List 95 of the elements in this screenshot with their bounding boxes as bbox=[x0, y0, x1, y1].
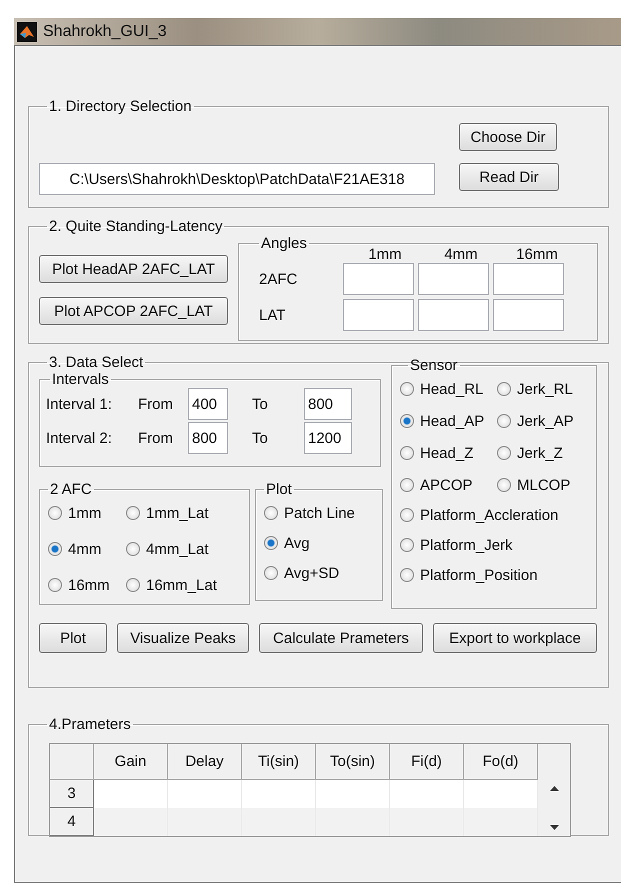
radio-option[interactable]: MLCOP bbox=[497, 470, 594, 500]
to-field[interactable]: 800 bbox=[304, 388, 352, 420]
radio-button[interactable] bbox=[400, 446, 414, 460]
radio-option[interactable]: 1mm_Lat bbox=[126, 498, 245, 528]
radio-option[interactable]: APCOP bbox=[400, 470, 497, 500]
table-cell[interactable] bbox=[316, 780, 390, 808]
column-label: 16mm bbox=[515, 246, 559, 263]
radio-button[interactable] bbox=[400, 538, 414, 552]
scroll-down-icon[interactable] bbox=[550, 825, 558, 830]
scroll-up-icon[interactable] bbox=[550, 786, 558, 791]
plot-headap-button[interactable]: Plot HeadAP 2AFC_LAT bbox=[39, 255, 228, 283]
group-title: Plot bbox=[265, 481, 293, 498]
column-header: Fo(d) bbox=[464, 744, 538, 780]
logo-icon bbox=[17, 22, 37, 42]
read-dir-button[interactable]: Read Dir bbox=[459, 163, 559, 191]
radio-option[interactable]: 16mm_Lat bbox=[126, 570, 245, 600]
action-button[interactable]: Export to workplace bbox=[433, 623, 597, 653]
from-field[interactable]: 800 bbox=[188, 422, 228, 454]
directory-path-field[interactable]: C:\Users\Shahrokh\Desktop\PatchData\F21AE318 bbox=[39, 163, 435, 195]
column-header: Ti(sin) bbox=[242, 744, 316, 780]
from-label: From bbox=[138, 430, 174, 446]
radio-button[interactable] bbox=[497, 414, 511, 428]
radio-option[interactable]: Platform_Jerk bbox=[400, 530, 594, 560]
radio-button[interactable] bbox=[497, 382, 511, 396]
angle-field[interactable] bbox=[418, 299, 489, 331]
action-button[interactable]: Plot bbox=[39, 623, 107, 653]
to-field[interactable]: 1200 bbox=[304, 422, 352, 454]
radio-button[interactable] bbox=[400, 508, 414, 522]
angle-field[interactable] bbox=[418, 263, 489, 295]
radio-button[interactable] bbox=[400, 478, 414, 492]
radio-option[interactable]: Head_Z bbox=[400, 438, 497, 468]
radio-button[interactable] bbox=[126, 506, 140, 520]
radio-button[interactable] bbox=[497, 478, 511, 492]
interval-label: Interval 1: bbox=[46, 396, 113, 412]
radio-button[interactable] bbox=[400, 568, 414, 582]
radio-button[interactable] bbox=[126, 542, 140, 556]
group-title: 2 AFC bbox=[49, 481, 93, 498]
radio-button[interactable] bbox=[264, 566, 278, 580]
table-cell[interactable] bbox=[464, 780, 538, 808]
group-title: 1. Directory Selection bbox=[48, 98, 193, 115]
column-header: Gain bbox=[94, 744, 168, 780]
radio-button[interactable] bbox=[126, 578, 140, 592]
interval-label: Interval 2: bbox=[46, 430, 113, 446]
radio-option[interactable]: Jerk_RL bbox=[497, 374, 594, 404]
row-label: LAT bbox=[259, 306, 286, 324]
from-label: From bbox=[138, 396, 174, 412]
radio-option[interactable]: Avg+SD bbox=[264, 558, 378, 588]
group-title: Sensor bbox=[409, 357, 459, 374]
radio-option[interactable]: Head_AP bbox=[400, 406, 497, 436]
radio-option[interactable]: Jerk_Z bbox=[497, 438, 594, 468]
radio-option[interactable]: Jerk_AP bbox=[497, 406, 594, 436]
angle-field[interactable] bbox=[343, 299, 414, 331]
row-label: 2AFC bbox=[259, 270, 298, 288]
column-label: 4mm bbox=[443, 246, 479, 263]
group-title: 4.Prameters bbox=[48, 716, 132, 733]
table-cell[interactable] bbox=[242, 780, 316, 808]
from-field[interactable]: 400 bbox=[188, 388, 228, 420]
window-title: Shahrokh_GUI_3 bbox=[43, 22, 167, 40]
action-button[interactable]: Calculate Prameters bbox=[259, 623, 423, 653]
column-header: To(sin) bbox=[316, 744, 390, 780]
radio-option[interactable]: Platform_Accleration bbox=[400, 500, 594, 530]
radio-button[interactable] bbox=[48, 578, 62, 592]
radio-button[interactable] bbox=[264, 536, 278, 550]
radio-button[interactable] bbox=[48, 506, 62, 520]
radio-option[interactable]: 1mm bbox=[48, 498, 126, 528]
radio-button[interactable] bbox=[400, 414, 414, 428]
plot-apcop-button[interactable]: Plot APCOP 2AFC_LAT bbox=[39, 297, 228, 325]
angle-field[interactable] bbox=[343, 263, 414, 295]
group-title: 3. Data Select bbox=[48, 354, 144, 371]
table-cell[interactable] bbox=[390, 780, 464, 808]
to-label: To bbox=[251, 396, 269, 412]
group-title: 2. Quite Standing-Latency bbox=[48, 218, 224, 235]
column-header: Delay bbox=[168, 744, 242, 780]
radio-option[interactable]: 4mm_Lat bbox=[126, 534, 245, 564]
angle-field[interactable] bbox=[493, 263, 564, 295]
column-header: Fi(d) bbox=[390, 744, 464, 780]
column-label: 1mm bbox=[367, 246, 403, 263]
radio-button[interactable] bbox=[497, 446, 511, 460]
table-cell[interactable] bbox=[94, 780, 168, 808]
radio-option[interactable]: 16mm bbox=[48, 570, 126, 600]
radio-button[interactable] bbox=[48, 542, 62, 556]
radio-option[interactable]: Avg bbox=[264, 528, 378, 558]
radio-option[interactable]: Patch Line bbox=[264, 498, 378, 528]
group-title: Angles bbox=[260, 235, 308, 252]
angle-field[interactable] bbox=[493, 299, 564, 331]
radio-button[interactable] bbox=[264, 506, 278, 520]
action-button[interactable]: Visualize Peaks bbox=[117, 623, 249, 653]
radio-button[interactable] bbox=[400, 382, 414, 396]
radio-option[interactable]: Head_RL bbox=[400, 374, 497, 404]
group-title: Intervals bbox=[51, 371, 110, 388]
to-label: To bbox=[251, 430, 269, 446]
table-cell[interactable] bbox=[168, 780, 242, 808]
radio-option[interactable]: 4mm bbox=[48, 534, 126, 564]
radio-option[interactable]: Platform_Position bbox=[400, 560, 594, 590]
choose-dir-button[interactable]: Choose Dir bbox=[459, 123, 557, 151]
